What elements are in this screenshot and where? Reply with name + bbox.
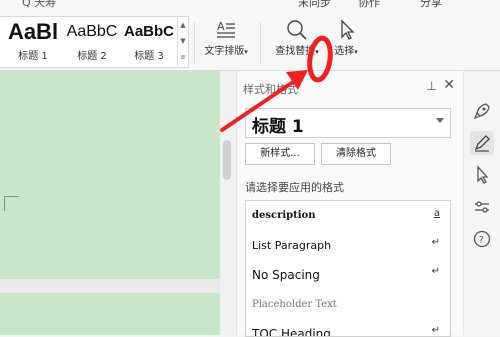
annotation-arrow-head bbox=[286, 70, 308, 90]
annotation-arrow-shaft bbox=[220, 78, 298, 132]
annotation-circle bbox=[307, 35, 333, 83]
annotation-overlay bbox=[220, 35, 333, 132]
